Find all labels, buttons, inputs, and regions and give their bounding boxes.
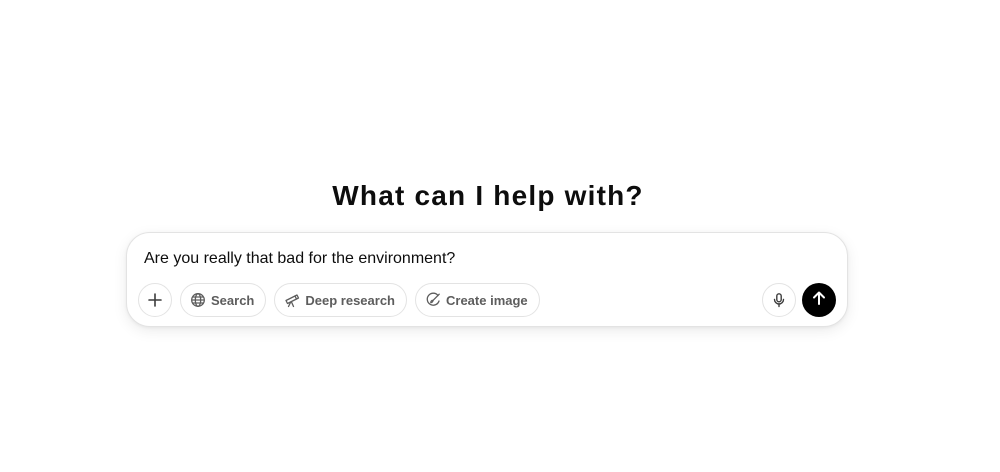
add-attachment-button[interactable] bbox=[138, 283, 172, 317]
arrow-up-icon bbox=[811, 290, 827, 311]
search-button[interactable]: Search bbox=[180, 283, 267, 317]
globe-icon bbox=[190, 292, 206, 308]
telescope-icon bbox=[284, 292, 300, 308]
create-image-button[interactable]: Create image bbox=[415, 283, 540, 317]
plus-icon bbox=[147, 292, 163, 308]
chat-home: What can I help with? Are you really tha… bbox=[0, 0, 1000, 472]
microphone-icon bbox=[771, 292, 787, 308]
prompt-composer[interactable]: Are you really that bad for the environm… bbox=[126, 232, 848, 327]
composer-tools: Search Deep research Create image bbox=[138, 283, 540, 317]
voice-input-button[interactable] bbox=[762, 283, 796, 317]
deep-research-button[interactable]: Deep research bbox=[274, 283, 407, 317]
deep-research-button-label: Deep research bbox=[305, 292, 395, 308]
search-button-label: Search bbox=[211, 292, 255, 308]
prompt-input[interactable]: Are you really that bad for the environm… bbox=[144, 248, 455, 270]
page-title: What can I help with? bbox=[332, 180, 644, 211]
image-brush-icon bbox=[425, 292, 441, 308]
composer-actions bbox=[762, 283, 836, 317]
send-button[interactable] bbox=[802, 283, 836, 317]
create-image-button-label: Create image bbox=[446, 292, 528, 308]
